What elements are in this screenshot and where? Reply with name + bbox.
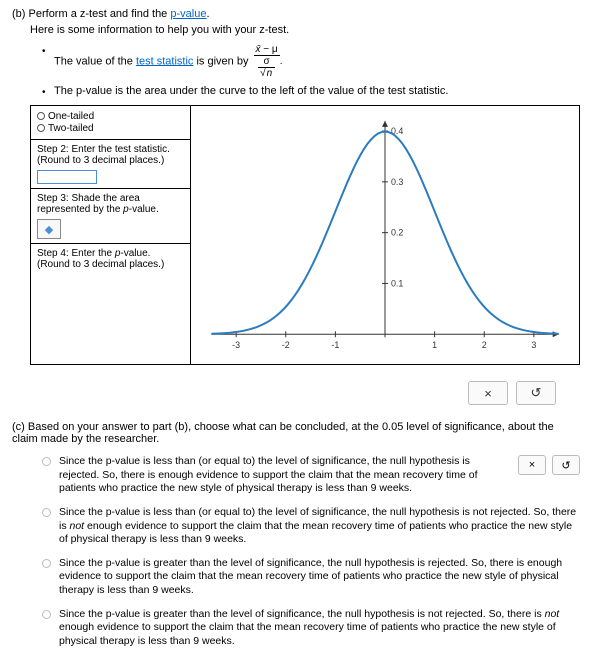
radio-icon bbox=[42, 457, 51, 466]
normal-curve-chart: -3-2-11230.10.20.30.4 bbox=[191, 106, 579, 364]
two-tailed-radio[interactable]: Two-tailed bbox=[37, 123, 184, 134]
step4-round: (Round to 3 decimal places.) bbox=[37, 259, 184, 270]
opt-reset-button[interactable]: ↺ bbox=[552, 455, 580, 475]
reset-button[interactable]: ↺ bbox=[516, 381, 556, 405]
option-3[interactable]: Since the p-value is greater than the le… bbox=[42, 557, 580, 598]
bullet-dot-icon: • bbox=[42, 87, 46, 98]
opt-close-button[interactable]: × bbox=[518, 455, 546, 475]
ztest-panel: One-tailed Two-tailed Step 2: Enter the … bbox=[30, 105, 580, 365]
step3-cell: Step 3: Shade the area represented by th… bbox=[31, 189, 190, 244]
svg-text:-1: -1 bbox=[331, 340, 339, 350]
part-b-label: (b) bbox=[12, 8, 25, 20]
step4-cell: Step 4: Enter the p-value. (Round to 3 d… bbox=[31, 244, 190, 364]
close-icon: × bbox=[484, 386, 492, 401]
one-tailed-radio[interactable]: One-tailed bbox=[37, 111, 184, 122]
step2-line2: (Round to 3 decimal places.) bbox=[37, 155, 184, 166]
svg-text:1: 1 bbox=[432, 340, 437, 350]
svg-text:-3: -3 bbox=[232, 340, 240, 350]
bullet1-post: is given by bbox=[193, 55, 251, 67]
bullet2-text: The p-value is the area under the curve … bbox=[54, 85, 448, 97]
conclusion-options: Since the p-value is less than (or equal… bbox=[42, 455, 580, 649]
radio-icon bbox=[37, 124, 45, 132]
panel-button-row: × ↺ bbox=[12, 381, 556, 405]
step4-pre: Step 4: Enter the bbox=[37, 248, 115, 259]
svg-text:2: 2 bbox=[482, 340, 487, 350]
formula: x̄ − μ σ n . bbox=[254, 44, 283, 79]
svg-text:0.3: 0.3 bbox=[391, 177, 403, 187]
step2-line1: Step 2: Enter the test statistic. bbox=[37, 144, 184, 155]
close-button[interactable]: × bbox=[468, 381, 508, 405]
svg-text:0.1: 0.1 bbox=[391, 278, 403, 288]
graph-area: -3-2-11230.10.20.30.4 bbox=[191, 106, 579, 364]
test-statistic-link[interactable]: test statistic bbox=[136, 55, 193, 67]
part-c-level: 0.05 bbox=[382, 421, 403, 433]
close-icon: × bbox=[529, 459, 535, 471]
radio-icon bbox=[42, 610, 51, 619]
option-4-text: Since the p-value is greater than the le… bbox=[59, 608, 580, 649]
part-b-text-pre: Perform a z-test and find the bbox=[29, 8, 171, 20]
option-1-buttons: × ↺ bbox=[518, 455, 580, 475]
option-1[interactable]: Since the p-value is less than (or equal… bbox=[42, 455, 580, 496]
radio-icon bbox=[42, 508, 51, 517]
reset-icon: ↺ bbox=[561, 459, 570, 472]
shade-button[interactable]: ◆ bbox=[37, 219, 61, 239]
bullet-list: • The value of the test statistic is giv… bbox=[42, 44, 580, 97]
option-1-text: Since the p-value is less than (or equal… bbox=[59, 455, 506, 496]
step2-cell: Step 2: Enter the test statistic. (Round… bbox=[31, 140, 190, 189]
option-2[interactable]: Since the p-value is less than (or equal… bbox=[42, 506, 580, 547]
radio-icon bbox=[42, 559, 51, 568]
option-4[interactable]: Since the p-value is greater than the le… bbox=[42, 608, 580, 649]
part-c-heading: (c) Based on your answer to part (b), ch… bbox=[12, 421, 580, 445]
part-b-text-end: . bbox=[206, 8, 209, 20]
step1-cell: One-tailed Two-tailed bbox=[31, 106, 190, 140]
reset-icon: ↺ bbox=[531, 385, 542, 401]
bullet-2: • The p-value is the area under the curv… bbox=[42, 85, 580, 97]
step3-post: -value. bbox=[129, 204, 159, 215]
option-2-text: Since the p-value is less than (or equal… bbox=[59, 506, 580, 547]
part-b-subtext: Here is some information to help you wit… bbox=[30, 24, 580, 36]
svg-text:-2: -2 bbox=[282, 340, 290, 350]
radio-icon bbox=[37, 112, 45, 120]
bullet-dot-icon: • bbox=[42, 46, 46, 57]
svg-text:3: 3 bbox=[531, 340, 536, 350]
bullet-1: • The value of the test statistic is giv… bbox=[42, 44, 580, 79]
p-value-link[interactable]: p-value bbox=[170, 8, 206, 20]
svg-text:0.2: 0.2 bbox=[391, 228, 403, 238]
bullet1-pre: The value of the bbox=[54, 55, 136, 67]
step4-post: -value. bbox=[120, 248, 150, 259]
part-c-label: (c) bbox=[12, 421, 25, 433]
test-statistic-input[interactable] bbox=[37, 170, 97, 184]
part-c-intro1: Based on your answer to part (b), choose… bbox=[28, 421, 382, 433]
shade-icon: ◆ bbox=[45, 223, 53, 236]
option-3-text: Since the p-value is greater than the le… bbox=[59, 557, 580, 598]
part-b-heading: (b) Perform a z-test and find the p-valu… bbox=[12, 8, 580, 20]
steps-column: One-tailed Two-tailed Step 2: Enter the … bbox=[31, 106, 191, 364]
